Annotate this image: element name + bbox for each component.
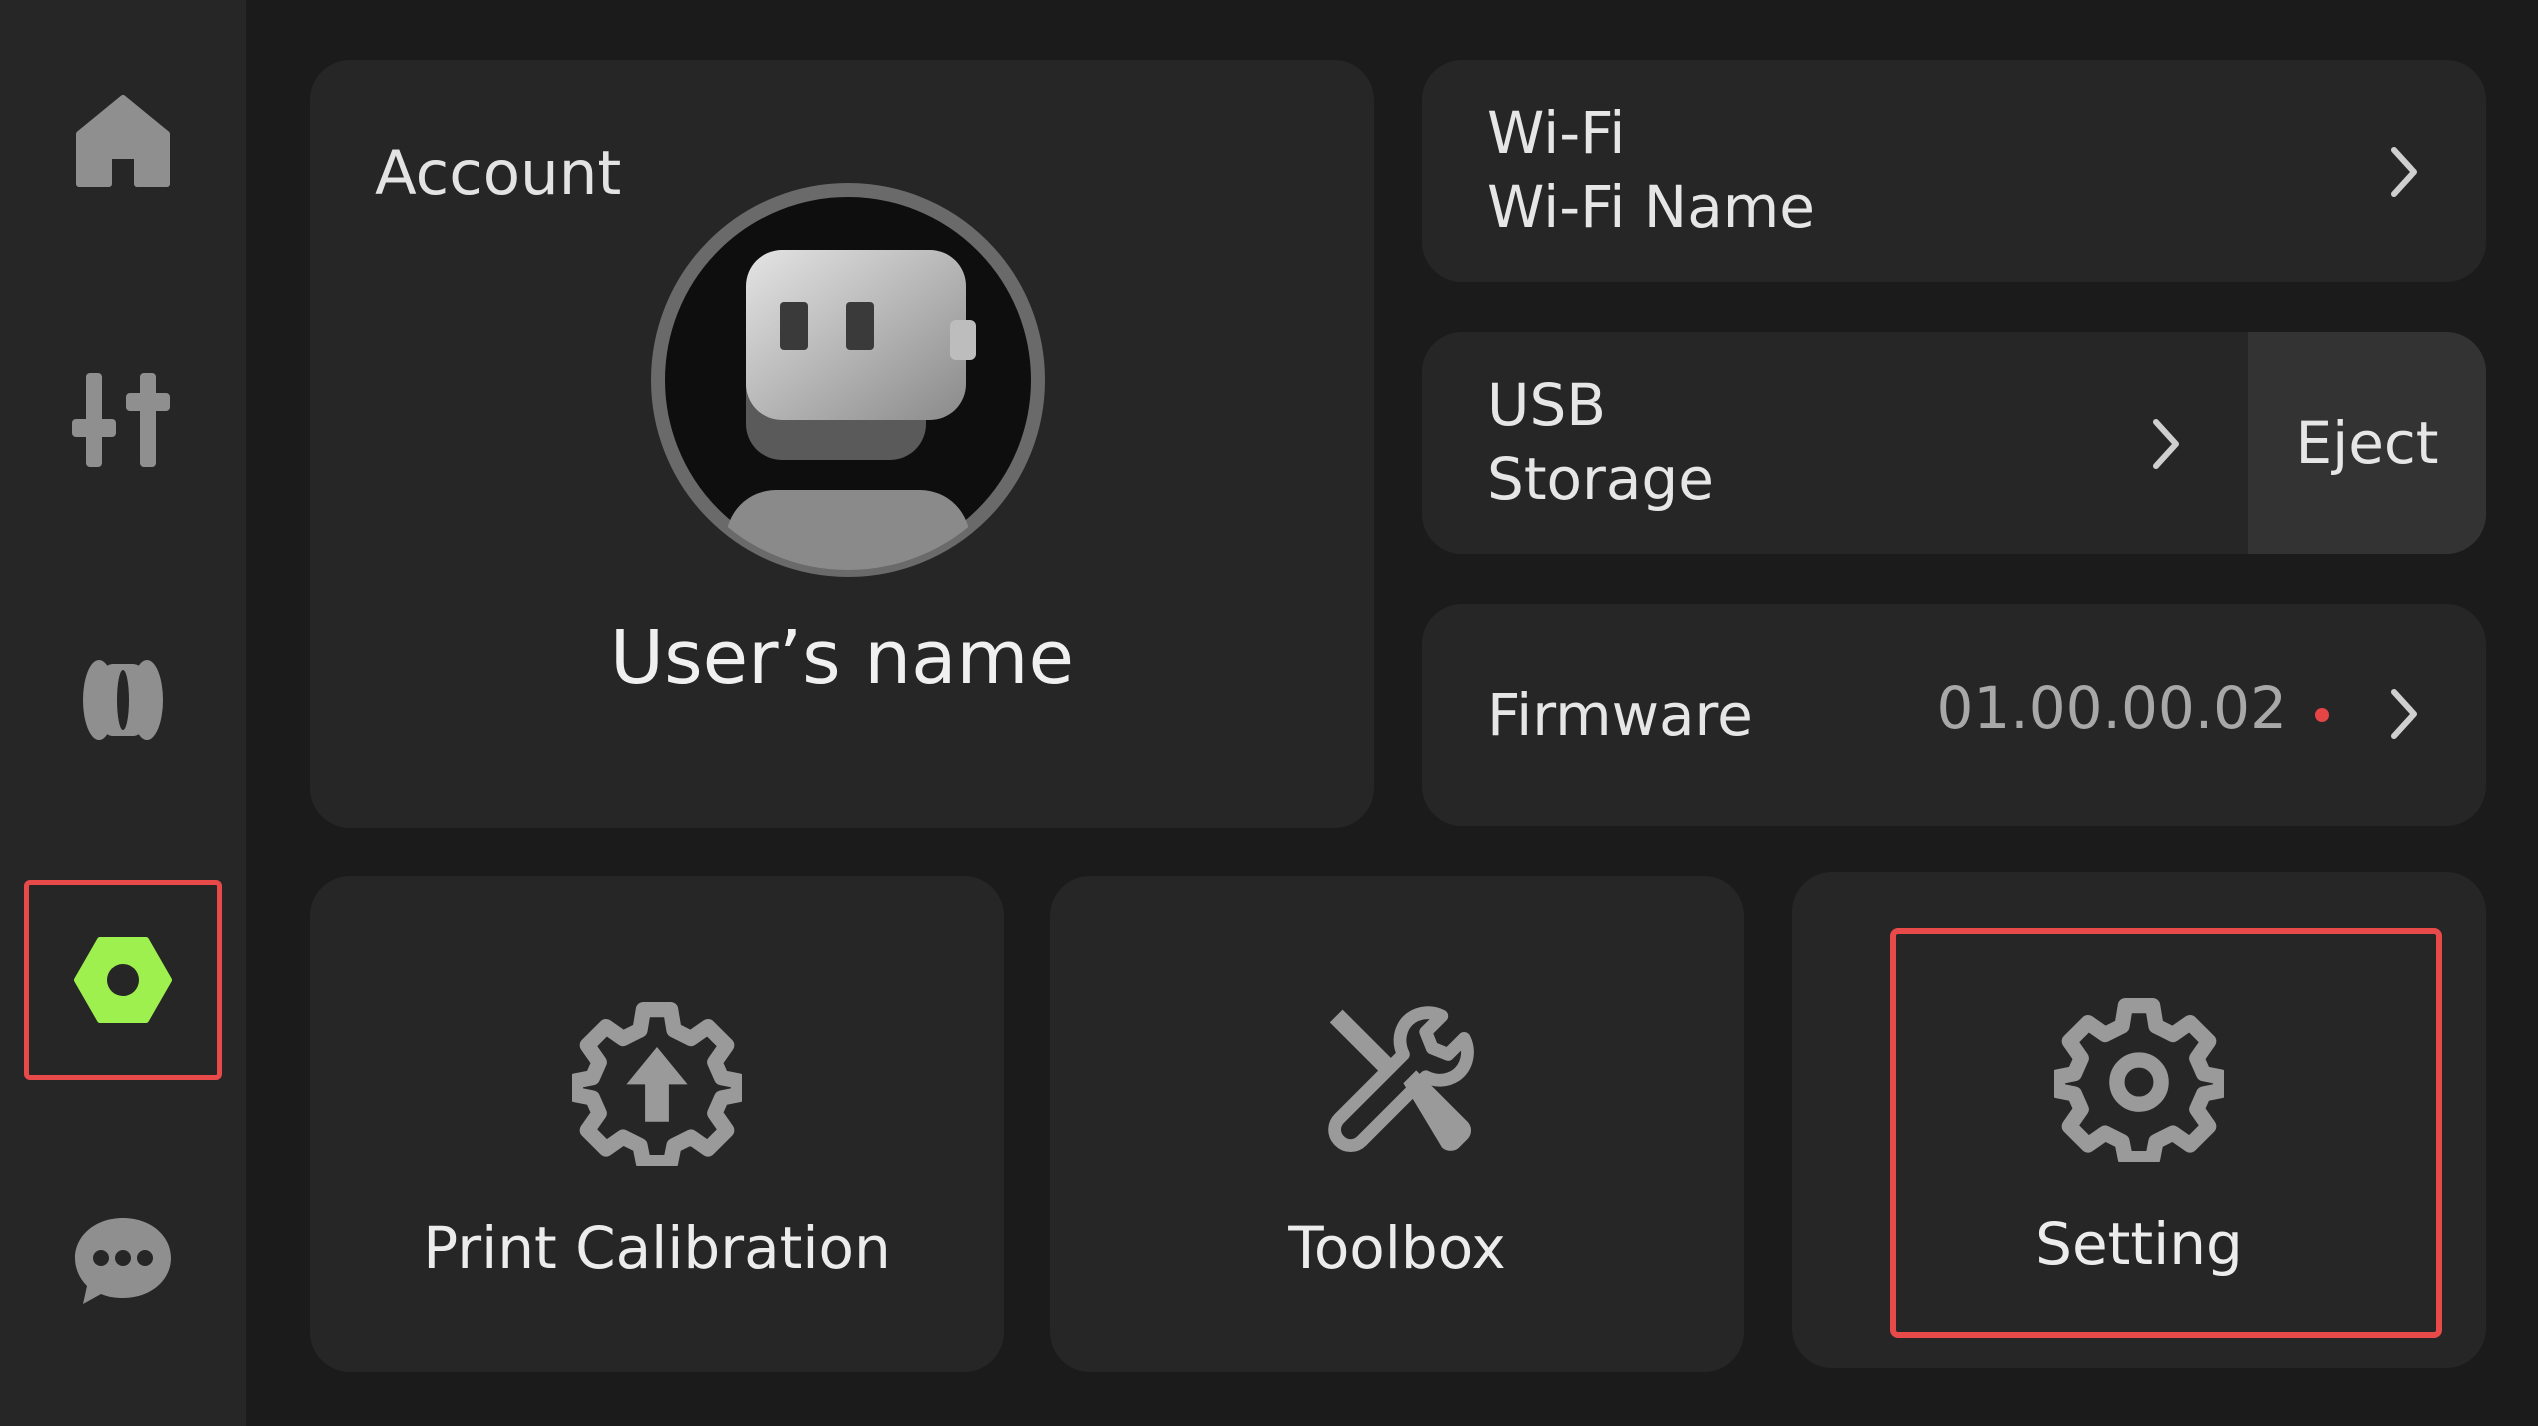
toolbox-tile[interactable]: Toolbox <box>1050 876 1744 1372</box>
sidebar <box>0 0 246 1426</box>
chat-bubble-icon <box>75 1218 171 1304</box>
filament-spool-icon <box>83 660 163 740</box>
hex-nut-icon <box>74 937 172 1023</box>
robot-avatar-icon <box>651 183 1045 577</box>
sidebar-item-home[interactable] <box>24 40 222 240</box>
account-card[interactable]: Account User’s name <box>310 60 1374 828</box>
tools-icon <box>1328 1006 1474 1152</box>
account-label: Account <box>375 138 622 209</box>
sidebar-item-device[interactable] <box>24 880 222 1080</box>
gear-upload-icon <box>572 1001 742 1166</box>
wifi-title: Wi-Fi <box>1487 99 1626 167</box>
print-calibration-label: Print Calibration <box>423 1214 891 1282</box>
wifi-name: Wi-Fi Name <box>1487 173 1815 241</box>
toolbox-label: Toolbox <box>1288 1214 1506 1282</box>
sliders-icon <box>72 373 170 467</box>
print-calibration-tile[interactable]: Print Calibration <box>310 876 1004 1372</box>
user-name: User’s name <box>609 615 1075 701</box>
sidebar-item-messages[interactable] <box>24 1160 222 1360</box>
usb-storage-row[interactable]: USB Storage Eject <box>1422 332 2486 554</box>
firmware-row[interactable]: Firmware 01.00.00.02 <box>1422 604 2486 826</box>
firmware-version: 01.00.00.02 <box>1936 674 2287 742</box>
eject-button[interactable]: Eject <box>2248 332 2486 554</box>
wifi-row[interactable]: Wi-Fi Wi-Fi Name <box>1422 60 2486 282</box>
chevron-right-icon <box>2391 689 2417 739</box>
chevron-right-icon <box>2391 147 2417 197</box>
usb-title-line1: USB <box>1487 371 1607 439</box>
usb-title-line2: Storage <box>1487 445 1714 513</box>
firmware-title: Firmware <box>1487 681 1753 749</box>
setting-highlight-box <box>1890 928 2442 1338</box>
sidebar-item-controls[interactable] <box>24 320 222 520</box>
chevron-right-icon <box>2153 419 2179 469</box>
update-indicator-dot <box>2315 708 2329 722</box>
sidebar-item-filament[interactable] <box>24 600 222 800</box>
home-icon <box>76 95 170 187</box>
